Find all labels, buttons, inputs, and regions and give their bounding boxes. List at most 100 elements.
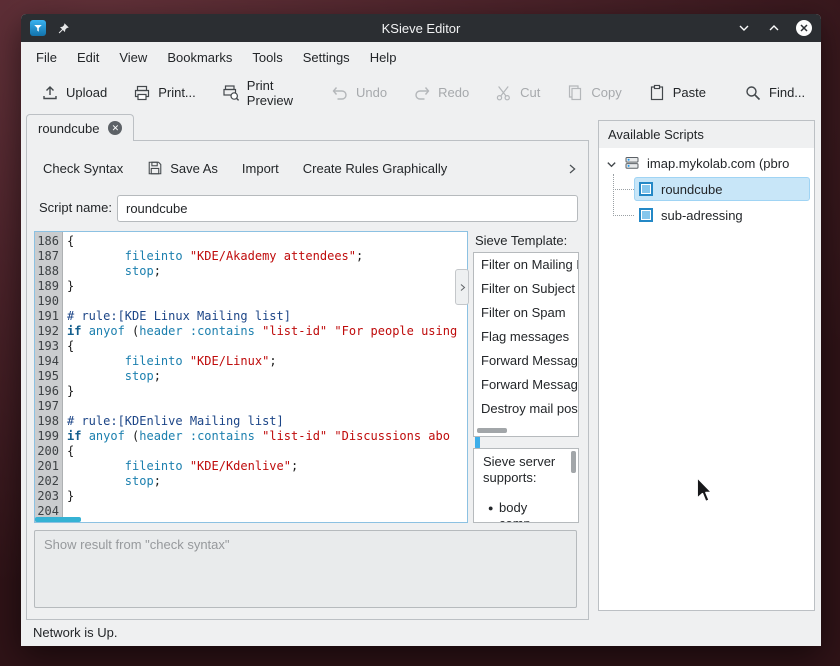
template-item[interactable]: Filter on Subject	[474, 277, 578, 301]
toolbar-label: Find...	[769, 85, 805, 100]
cut-icon	[495, 84, 513, 102]
script-checkbox-icon[interactable]	[639, 208, 653, 222]
scripts-tree[interactable]: imap.mykolab.com (pbro roundcube sub-adre…	[599, 148, 814, 610]
editor-horizontal-scrollbar[interactable]	[35, 517, 81, 522]
toolbar-button-upload[interactable]: Upload	[33, 80, 115, 106]
template-item[interactable]: Forward Message	[474, 373, 578, 397]
script-item-roundcube[interactable]: roundcube	[599, 176, 814, 202]
code-line[interactable]	[67, 504, 467, 519]
menu-tools[interactable]: Tools	[242, 42, 292, 73]
server-supports-box: Sieve server supports: ●body●comp	[473, 448, 579, 523]
template-item[interactable]: Filter on Spam	[474, 301, 578, 325]
line-number: 195	[35, 369, 59, 384]
template-list-hscrollbar[interactable]	[477, 428, 507, 433]
line-number: 188	[35, 264, 59, 279]
toolbar-label: Print Preview	[247, 78, 293, 108]
maximize-button[interactable]	[765, 19, 783, 37]
code-line[interactable]: fileinto "KDE/Kdenlive";	[67, 459, 467, 474]
line-number: 190	[35, 294, 59, 309]
toolbar-button-cut: Cut	[487, 80, 548, 106]
tab-close-icon[interactable]: ✕	[108, 121, 122, 135]
check-syntax-button[interactable]: Check Syntax	[33, 156, 133, 181]
code-line[interactable]: # rule:[KDEnlive Mailing list]	[67, 414, 467, 429]
code-line[interactable]: {	[67, 339, 467, 354]
code-line[interactable]: # rule:[KDE Linux Mailing list]	[67, 309, 467, 324]
code-line[interactable]: stop;	[67, 264, 467, 279]
paste-icon	[648, 84, 666, 102]
template-item[interactable]: Flag messages	[474, 325, 578, 349]
menu-help[interactable]: Help	[360, 42, 407, 73]
more-actions-button[interactable]	[561, 157, 583, 181]
line-number-gutter: 1861871881891901911921931941951961971981…	[35, 232, 63, 522]
script-label: roundcube	[661, 182, 722, 197]
menu-view[interactable]: View	[109, 42, 157, 73]
toolbar-label: Print...	[158, 85, 196, 100]
script-item-sub-adressing[interactable]: sub-adressing	[599, 202, 814, 228]
code-line[interactable]	[67, 294, 467, 309]
titlebar[interactable]: KSieve Editor	[21, 14, 821, 42]
line-number: 197	[35, 399, 59, 414]
capability-item: ●comp	[483, 516, 566, 523]
capability-item: ●body	[483, 500, 566, 516]
script-label: sub-adressing	[661, 208, 743, 223]
code-line[interactable]: }	[67, 489, 467, 504]
toolbar-button-copy: Copy	[558, 80, 629, 106]
pin-icon[interactable]	[54, 19, 72, 37]
script-name-input[interactable]	[117, 195, 578, 222]
menu-file[interactable]: File	[26, 42, 67, 73]
code-line[interactable]: if anyof (header :contains "list-id" "Fo…	[67, 324, 467, 339]
collapse-template-panel-button[interactable]	[455, 269, 469, 305]
toolbar-button-paste[interactable]: Paste	[640, 80, 714, 106]
app-icon	[30, 20, 46, 36]
editor-actions: Check SyntaxSave AsImportCreate Rules Gr…	[33, 153, 554, 183]
code-line[interactable]: fileinto "KDE/Akademy attendees";	[67, 249, 467, 264]
available-scripts-panel: Available Scripts imap.mykolab.com (pbro	[598, 120, 815, 611]
code-line[interactable]: stop;	[67, 369, 467, 384]
toolbar-button-find[interactable]: Find...	[736, 80, 813, 106]
code-line[interactable]: {	[67, 444, 467, 459]
code-line[interactable]: fileinto "KDE/Linux";	[67, 354, 467, 369]
script-checkbox-icon[interactable]	[639, 182, 653, 196]
minimize-button[interactable]	[735, 19, 753, 37]
check-syntax-result-box[interactable]: Show result from "check syntax"	[34, 530, 577, 608]
template-item[interactable]: Forward Message	[474, 349, 578, 373]
code-editor[interactable]: 1861871881891901911921931941951961971981…	[34, 231, 468, 523]
close-button[interactable]	[795, 19, 813, 37]
code-area[interactable]: { fileinto "KDE/Akademy attendees"; stop…	[63, 232, 467, 522]
menu-bookmarks[interactable]: Bookmarks	[157, 42, 242, 73]
line-number: 198	[35, 414, 59, 429]
sieve-template-list[interactable]: Filter on Mailing ListFilter on SubjectF…	[473, 252, 579, 437]
save-icon	[147, 160, 163, 176]
find-icon	[744, 84, 762, 102]
expand-arrow-icon[interactable]	[606, 158, 617, 169]
save-as-button[interactable]: Save As	[137, 155, 228, 181]
redo-icon	[413, 84, 431, 102]
upload-icon	[41, 84, 59, 102]
supports-vscrollbar[interactable]	[571, 451, 576, 473]
bullet-icon: ●	[488, 516, 493, 523]
code-line[interactable]: {	[67, 234, 467, 249]
menu-edit[interactable]: Edit	[67, 42, 109, 73]
tree-item-server[interactable]: imap.mykolab.com (pbro	[599, 150, 814, 176]
tab-roundcube[interactable]: roundcube ✕	[26, 114, 134, 141]
code-line[interactable]	[67, 519, 467, 522]
code-line[interactable]: stop;	[67, 474, 467, 489]
available-scripts-title: Available Scripts	[599, 121, 814, 148]
toolbar-button-print-preview[interactable]: Print Preview	[214, 74, 301, 112]
toolbar-button-print[interactable]: Print...	[125, 80, 204, 106]
menu-settings[interactable]: Settings	[293, 42, 360, 73]
status-bar: Network is Up.	[33, 620, 118, 646]
code-line[interactable]: if anyof (header :contains "list-id" "Di…	[67, 429, 467, 444]
toolbar-label: Copy	[591, 85, 621, 100]
copy-icon	[566, 84, 584, 102]
template-item[interactable]: Destroy mail posted	[474, 397, 578, 421]
code-line[interactable]: }	[67, 279, 467, 294]
template-item[interactable]: Filter on Mailing List	[474, 253, 578, 277]
code-line[interactable]: }	[67, 384, 467, 399]
line-number: 186	[35, 234, 59, 249]
code-line[interactable]	[67, 399, 467, 414]
toolbar-label: Cut	[520, 85, 540, 100]
create-rules-graphically-button[interactable]: Create Rules Graphically	[293, 156, 458, 181]
import-button[interactable]: Import	[232, 156, 289, 181]
bullet-icon: ●	[488, 500, 493, 516]
